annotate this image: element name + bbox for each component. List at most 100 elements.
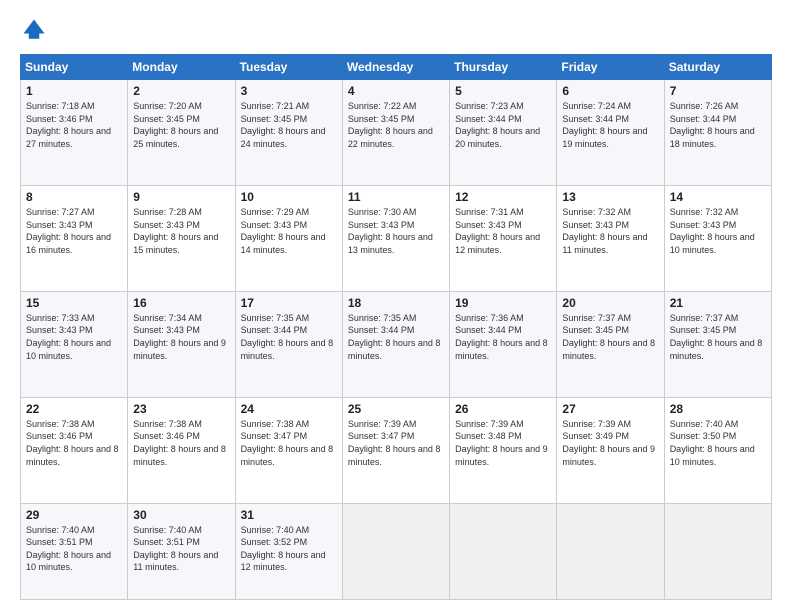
weekday-header: Friday: [557, 55, 664, 80]
day-info: Sunrise: 7:23 AMSunset: 3:44 PMDaylight:…: [455, 100, 551, 150]
day-number: 26: [455, 402, 551, 416]
day-number: 29: [26, 508, 122, 522]
calendar-cell: 20 Sunrise: 7:37 AMSunset: 3:45 PMDaylig…: [557, 291, 664, 397]
day-info: Sunrise: 7:22 AMSunset: 3:45 PMDaylight:…: [348, 100, 444, 150]
calendar-cell: 2 Sunrise: 7:20 AMSunset: 3:45 PMDayligh…: [128, 80, 235, 186]
calendar-cell: 27 Sunrise: 7:39 AMSunset: 3:49 PMDaylig…: [557, 397, 664, 503]
calendar-week-row: 15 Sunrise: 7:33 AMSunset: 3:43 PMDaylig…: [21, 291, 772, 397]
logo-icon: [20, 16, 48, 44]
day-number: 22: [26, 402, 122, 416]
calendar-cell: 8 Sunrise: 7:27 AMSunset: 3:43 PMDayligh…: [21, 185, 128, 291]
calendar-cell: 9 Sunrise: 7:28 AMSunset: 3:43 PMDayligh…: [128, 185, 235, 291]
day-info: Sunrise: 7:38 AMSunset: 3:46 PMDaylight:…: [133, 418, 229, 468]
day-info: Sunrise: 7:21 AMSunset: 3:45 PMDaylight:…: [241, 100, 337, 150]
logo: [20, 16, 52, 44]
calendar-cell: [450, 503, 557, 599]
day-number: 31: [241, 508, 337, 522]
calendar-cell: 17 Sunrise: 7:35 AMSunset: 3:44 PMDaylig…: [235, 291, 342, 397]
weekday-header: Monday: [128, 55, 235, 80]
day-number: 19: [455, 296, 551, 310]
calendar-cell: 22 Sunrise: 7:38 AMSunset: 3:46 PMDaylig…: [21, 397, 128, 503]
day-number: 17: [241, 296, 337, 310]
calendar-cell: 26 Sunrise: 7:39 AMSunset: 3:48 PMDaylig…: [450, 397, 557, 503]
calendar-cell: 28 Sunrise: 7:40 AMSunset: 3:50 PMDaylig…: [664, 397, 771, 503]
day-info: Sunrise: 7:40 AMSunset: 3:51 PMDaylight:…: [26, 524, 122, 574]
calendar-week-row: 29 Sunrise: 7:40 AMSunset: 3:51 PMDaylig…: [21, 503, 772, 599]
day-number: 4: [348, 84, 444, 98]
day-number: 9: [133, 190, 229, 204]
calendar-page: SundayMondayTuesdayWednesdayThursdayFrid…: [0, 0, 792, 612]
day-number: 12: [455, 190, 551, 204]
calendar-cell: 24 Sunrise: 7:38 AMSunset: 3:47 PMDaylig…: [235, 397, 342, 503]
calendar-cell: 31 Sunrise: 7:40 AMSunset: 3:52 PMDaylig…: [235, 503, 342, 599]
calendar-cell: 29 Sunrise: 7:40 AMSunset: 3:51 PMDaylig…: [21, 503, 128, 599]
day-info: Sunrise: 7:34 AMSunset: 3:43 PMDaylight:…: [133, 312, 229, 362]
weekday-header: Saturday: [664, 55, 771, 80]
day-number: 28: [670, 402, 766, 416]
day-info: Sunrise: 7:39 AMSunset: 3:49 PMDaylight:…: [562, 418, 658, 468]
calendar-cell: 25 Sunrise: 7:39 AMSunset: 3:47 PMDaylig…: [342, 397, 449, 503]
day-info: Sunrise: 7:30 AMSunset: 3:43 PMDaylight:…: [348, 206, 444, 256]
calendar-cell: 1 Sunrise: 7:18 AMSunset: 3:46 PMDayligh…: [21, 80, 128, 186]
weekday-header: Thursday: [450, 55, 557, 80]
day-info: Sunrise: 7:37 AMSunset: 3:45 PMDaylight:…: [670, 312, 766, 362]
calendar-cell: 14 Sunrise: 7:32 AMSunset: 3:43 PMDaylig…: [664, 185, 771, 291]
calendar-table: SundayMondayTuesdayWednesdayThursdayFrid…: [20, 54, 772, 600]
day-number: 18: [348, 296, 444, 310]
day-info: Sunrise: 7:40 AMSunset: 3:50 PMDaylight:…: [670, 418, 766, 468]
day-info: Sunrise: 7:18 AMSunset: 3:46 PMDaylight:…: [26, 100, 122, 150]
day-number: 21: [670, 296, 766, 310]
day-number: 16: [133, 296, 229, 310]
calendar-week-row: 1 Sunrise: 7:18 AMSunset: 3:46 PMDayligh…: [21, 80, 772, 186]
day-info: Sunrise: 7:35 AMSunset: 3:44 PMDaylight:…: [348, 312, 444, 362]
day-info: Sunrise: 7:29 AMSunset: 3:43 PMDaylight:…: [241, 206, 337, 256]
day-info: Sunrise: 7:35 AMSunset: 3:44 PMDaylight:…: [241, 312, 337, 362]
day-number: 7: [670, 84, 766, 98]
calendar-cell: 15 Sunrise: 7:33 AMSunset: 3:43 PMDaylig…: [21, 291, 128, 397]
weekday-header-row: SundayMondayTuesdayWednesdayThursdayFrid…: [21, 55, 772, 80]
day-info: Sunrise: 7:27 AMSunset: 3:43 PMDaylight:…: [26, 206, 122, 256]
day-info: Sunrise: 7:32 AMSunset: 3:43 PMDaylight:…: [562, 206, 658, 256]
weekday-header: Tuesday: [235, 55, 342, 80]
day-info: Sunrise: 7:31 AMSunset: 3:43 PMDaylight:…: [455, 206, 551, 256]
calendar-cell: [664, 503, 771, 599]
day-info: Sunrise: 7:37 AMSunset: 3:45 PMDaylight:…: [562, 312, 658, 362]
calendar-cell: 10 Sunrise: 7:29 AMSunset: 3:43 PMDaylig…: [235, 185, 342, 291]
calendar-week-row: 8 Sunrise: 7:27 AMSunset: 3:43 PMDayligh…: [21, 185, 772, 291]
day-info: Sunrise: 7:40 AMSunset: 3:52 PMDaylight:…: [241, 524, 337, 574]
day-number: 27: [562, 402, 658, 416]
day-info: Sunrise: 7:24 AMSunset: 3:44 PMDaylight:…: [562, 100, 658, 150]
day-info: Sunrise: 7:36 AMSunset: 3:44 PMDaylight:…: [455, 312, 551, 362]
day-number: 6: [562, 84, 658, 98]
day-number: 24: [241, 402, 337, 416]
day-number: 3: [241, 84, 337, 98]
day-number: 25: [348, 402, 444, 416]
day-number: 11: [348, 190, 444, 204]
day-number: 1: [26, 84, 122, 98]
weekday-header: Sunday: [21, 55, 128, 80]
calendar-cell: 4 Sunrise: 7:22 AMSunset: 3:45 PMDayligh…: [342, 80, 449, 186]
calendar-cell: 12 Sunrise: 7:31 AMSunset: 3:43 PMDaylig…: [450, 185, 557, 291]
calendar-cell: 11 Sunrise: 7:30 AMSunset: 3:43 PMDaylig…: [342, 185, 449, 291]
day-info: Sunrise: 7:33 AMSunset: 3:43 PMDaylight:…: [26, 312, 122, 362]
page-header: [20, 16, 772, 44]
day-number: 2: [133, 84, 229, 98]
weekday-header: Wednesday: [342, 55, 449, 80]
day-info: Sunrise: 7:20 AMSunset: 3:45 PMDaylight:…: [133, 100, 229, 150]
calendar-cell: 19 Sunrise: 7:36 AMSunset: 3:44 PMDaylig…: [450, 291, 557, 397]
calendar-cell: 7 Sunrise: 7:26 AMSunset: 3:44 PMDayligh…: [664, 80, 771, 186]
calendar-week-row: 22 Sunrise: 7:38 AMSunset: 3:46 PMDaylig…: [21, 397, 772, 503]
day-number: 8: [26, 190, 122, 204]
day-info: Sunrise: 7:39 AMSunset: 3:48 PMDaylight:…: [455, 418, 551, 468]
day-info: Sunrise: 7:38 AMSunset: 3:47 PMDaylight:…: [241, 418, 337, 468]
day-number: 15: [26, 296, 122, 310]
calendar-cell: 23 Sunrise: 7:38 AMSunset: 3:46 PMDaylig…: [128, 397, 235, 503]
calendar-cell: 3 Sunrise: 7:21 AMSunset: 3:45 PMDayligh…: [235, 80, 342, 186]
day-number: 20: [562, 296, 658, 310]
day-number: 10: [241, 190, 337, 204]
calendar-cell: 6 Sunrise: 7:24 AMSunset: 3:44 PMDayligh…: [557, 80, 664, 186]
day-info: Sunrise: 7:38 AMSunset: 3:46 PMDaylight:…: [26, 418, 122, 468]
day-number: 30: [133, 508, 229, 522]
day-info: Sunrise: 7:28 AMSunset: 3:43 PMDaylight:…: [133, 206, 229, 256]
calendar-cell: [557, 503, 664, 599]
